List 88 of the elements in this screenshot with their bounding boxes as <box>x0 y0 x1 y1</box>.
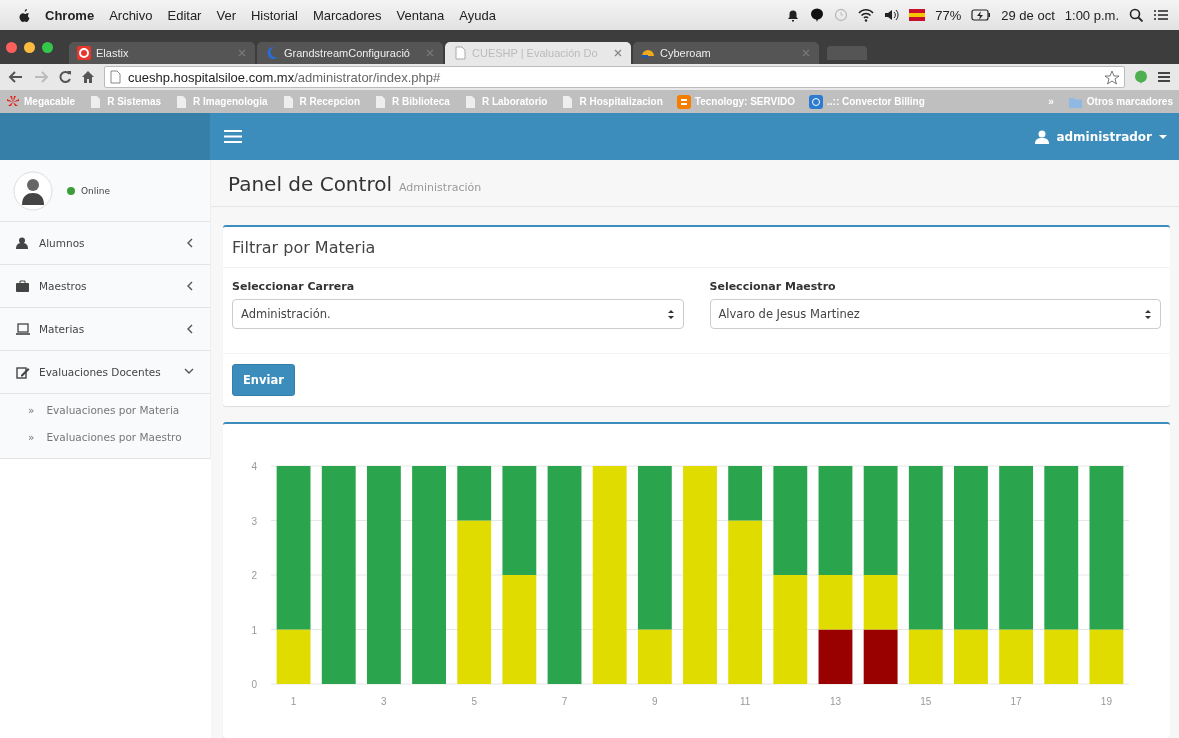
x-axis-label: 11 <box>739 696 751 707</box>
y-axis-label: 0 <box>251 679 257 690</box>
page-icon <box>109 70 122 84</box>
edit-icon <box>16 365 30 379</box>
clock-time: 1:00 p.m. <box>1064 7 1119 23</box>
speech-bubble-icon[interactable] <box>810 8 825 22</box>
x-axis-label: 17 <box>1010 696 1022 707</box>
submit-button[interactable]: Enviar <box>232 364 295 396</box>
page-icon <box>281 94 296 109</box>
browser-tab[interactable]: Elastix <box>69 42 255 64</box>
y-axis-label: 2 <box>251 570 257 581</box>
double-chevron: » <box>28 430 35 443</box>
flower-logo-icon <box>6 94 20 109</box>
bar-segment <box>818 629 853 684</box>
bar-segment <box>863 629 898 684</box>
menu-item[interactable]: Marcadores <box>312 7 382 23</box>
select-field[interactable]: Alvaro de Jesus Martinez <box>709 299 1161 329</box>
status-text: Online <box>81 185 111 196</box>
menu-icon[interactable] <box>1157 70 1171 84</box>
browser-tab[interactable]: GrandstreamConfiguració <box>257 42 443 64</box>
double-chevron: » <box>28 403 35 416</box>
menu-item[interactable]: Historial <box>250 7 298 23</box>
x-axis-label: 9 <box>652 696 658 707</box>
x-axis-label: 3 <box>381 696 387 707</box>
updown-arrows-icon <box>666 308 675 320</box>
menu-item[interactable]: Editar <box>167 7 202 23</box>
sidebar-item[interactable]: Alumnos <box>0 222 210 265</box>
x-axis-label: 19 <box>1100 696 1112 707</box>
status-dot-icon <box>67 186 75 195</box>
field-label: Seleccionar Carrera <box>232 280 356 293</box>
field-label: Seleccionar Maestro <box>709 280 837 293</box>
x-axis-label: 15 <box>920 696 932 707</box>
updown-arrows-icon <box>1144 308 1152 320</box>
x-axis-label: 1 <box>290 696 297 707</box>
laptop-icon <box>16 322 30 336</box>
page-icon <box>463 94 478 109</box>
home-icon[interactable] <box>81 70 95 84</box>
speaker-icon[interactable] <box>884 8 900 22</box>
x-axis-label: 13 <box>829 696 842 707</box>
page-title: Panel de Control <box>228 172 392 196</box>
minimize-window-button[interactable] <box>24 41 35 53</box>
menu-item[interactable]: Ventana <box>396 7 445 23</box>
page-subtitle: Administración <box>398 181 482 194</box>
reload-icon[interactable] <box>58 70 72 84</box>
select-field[interactable]: Administración. <box>232 299 684 329</box>
date-text: 29 de oct <box>1001 7 1055 23</box>
sidebar-item[interactable]: Maestros <box>0 265 210 308</box>
zoom-window-button[interactable] <box>42 41 53 53</box>
close-window-button[interactable] <box>6 41 17 53</box>
sidebar-item[interactable]: Evaluaciones Docentes <box>0 351 210 394</box>
menu-item[interactable]: Archivo <box>109 7 153 23</box>
crescent-icon <box>265 46 279 60</box>
address-field[interactable]: cueshp.hospitalsiloe.com.mx/administrator/index.php# <box>104 66 1125 88</box>
app-menu[interactable]: Chrome <box>45 7 95 23</box>
elastix-logo-icon <box>77 46 91 60</box>
caret-icon <box>1159 134 1167 139</box>
y-axis-label: 3 <box>251 515 257 527</box>
user-icon <box>1035 129 1050 144</box>
battery-charging-icon[interactable] <box>971 8 992 22</box>
flag-icon[interactable] <box>909 8 926 22</box>
app-logo-icon <box>809 94 823 109</box>
close-icon[interactable] <box>613 48 623 58</box>
browser-tab[interactable]: Cyberoam <box>633 42 819 64</box>
y-axis-label: 1 <box>251 624 257 636</box>
briefcase-icon <box>16 279 30 293</box>
menu-icon[interactable] <box>224 129 242 144</box>
avatar-silhouette-icon <box>13 170 53 211</box>
back-arrow-icon[interactable] <box>8 70 24 84</box>
panel-title: Filtrar por Materia <box>223 227 1170 268</box>
user-icon <box>16 236 30 250</box>
wifi-icon[interactable] <box>858 8 875 22</box>
x-axis-label: 7 <box>561 696 568 707</box>
x-axis-label: 5 <box>471 696 477 707</box>
search-icon[interactable] <box>1129 8 1143 22</box>
submenu-link[interactable]: Evaluaciones por Maestro <box>46 430 182 443</box>
y-axis-label: 4 <box>251 461 257 472</box>
sidebar-item[interactable]: Materias <box>0 308 210 351</box>
battery-percentage: 77% <box>935 7 962 23</box>
list-icon[interactable] <box>1153 8 1169 22</box>
submenu-link[interactable]: Evaluaciones por Materia <box>46 403 180 416</box>
bell-icon[interactable] <box>786 8 801 22</box>
blogger-logo-icon <box>676 94 691 109</box>
menu-item[interactable]: Ayuda <box>459 7 496 23</box>
apple-logo-icon[interactable] <box>18 8 30 22</box>
user-menu[interactable]: administrador <box>1035 129 1167 144</box>
menu-item[interactable]: Ver <box>216 7 236 23</box>
page-icon <box>453 46 467 60</box>
star-icon[interactable] <box>1104 69 1120 85</box>
